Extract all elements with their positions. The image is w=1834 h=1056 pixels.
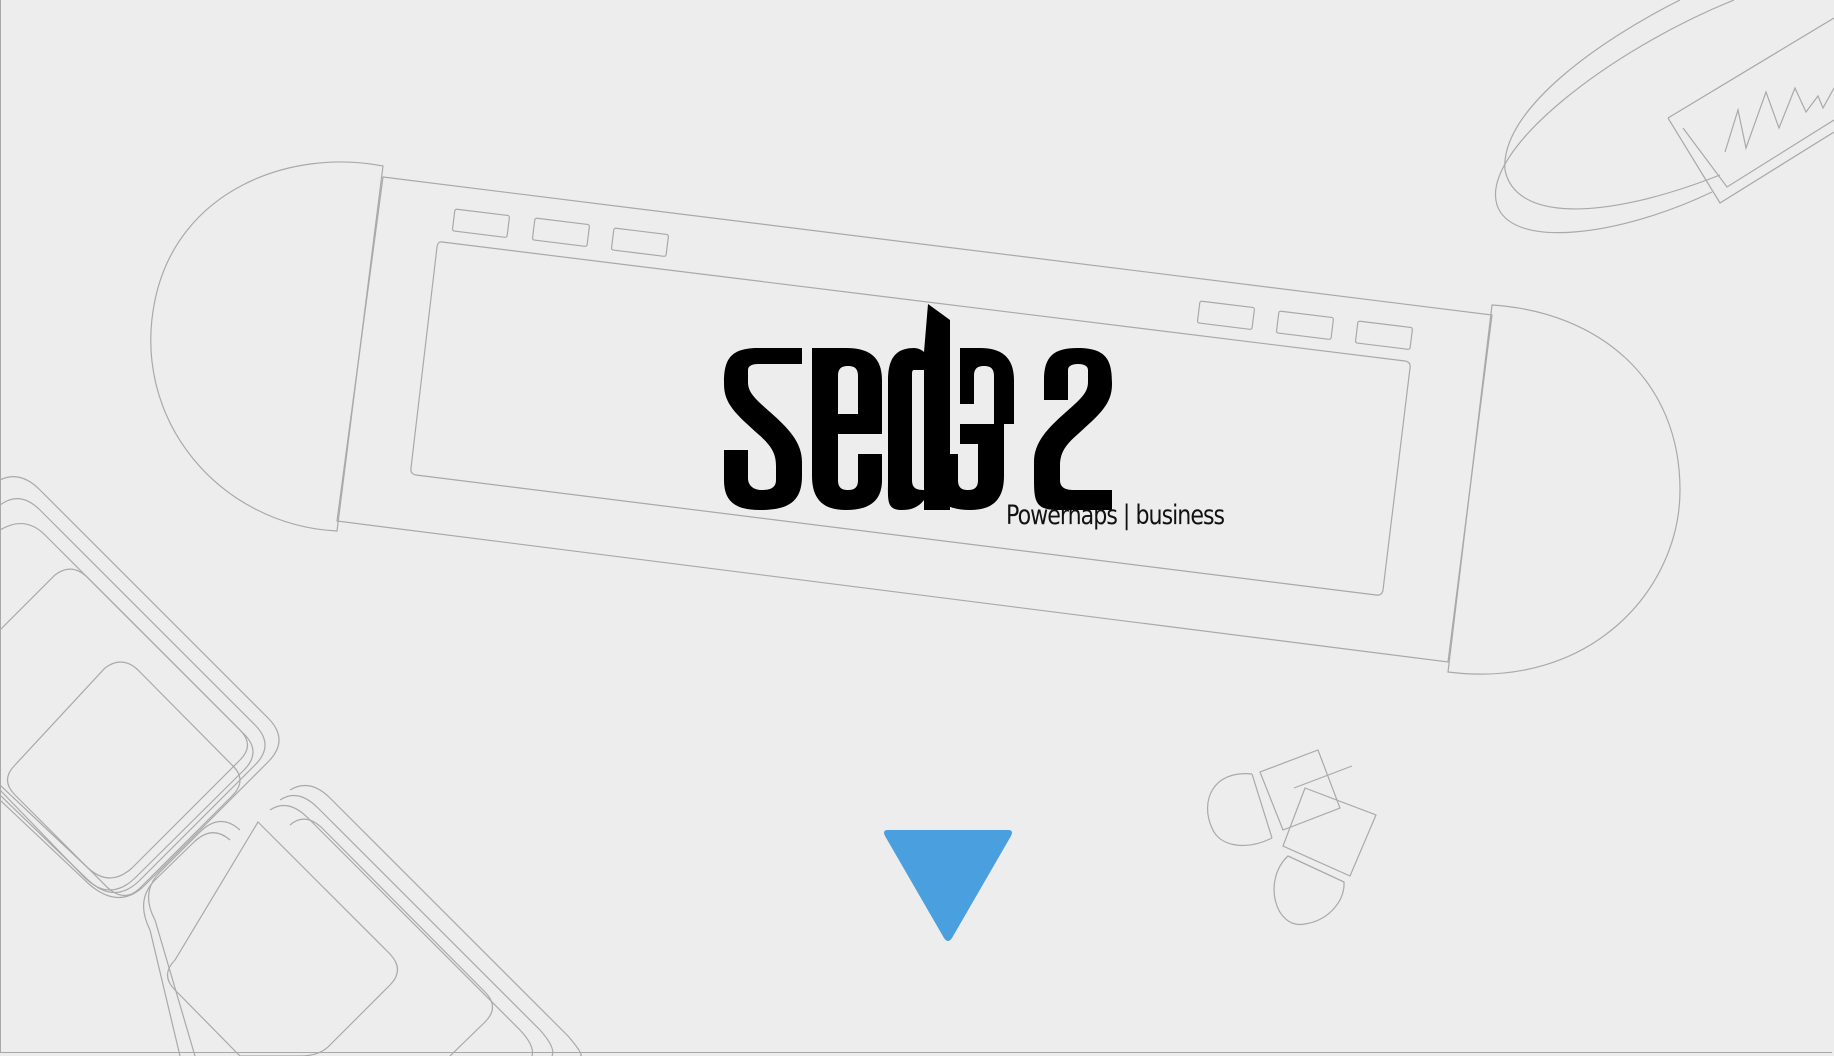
sedes-logo: [724, 304, 1112, 510]
scroll-down-button[interactable]: [880, 826, 1016, 944]
logo-letter-e: [812, 348, 882, 510]
storage-boxes-illustration: [0, 476, 582, 1056]
logo-letter-s-mirrored: [1034, 348, 1112, 510]
logo-letter-s: [724, 348, 802, 510]
eye-mask-illustration: [1494, 0, 1834, 234]
brand-tagline: Powernaps | business: [1006, 500, 1225, 531]
earplugs-illustration: [1207, 749, 1377, 925]
triangle-down-icon: [884, 830, 1012, 941]
